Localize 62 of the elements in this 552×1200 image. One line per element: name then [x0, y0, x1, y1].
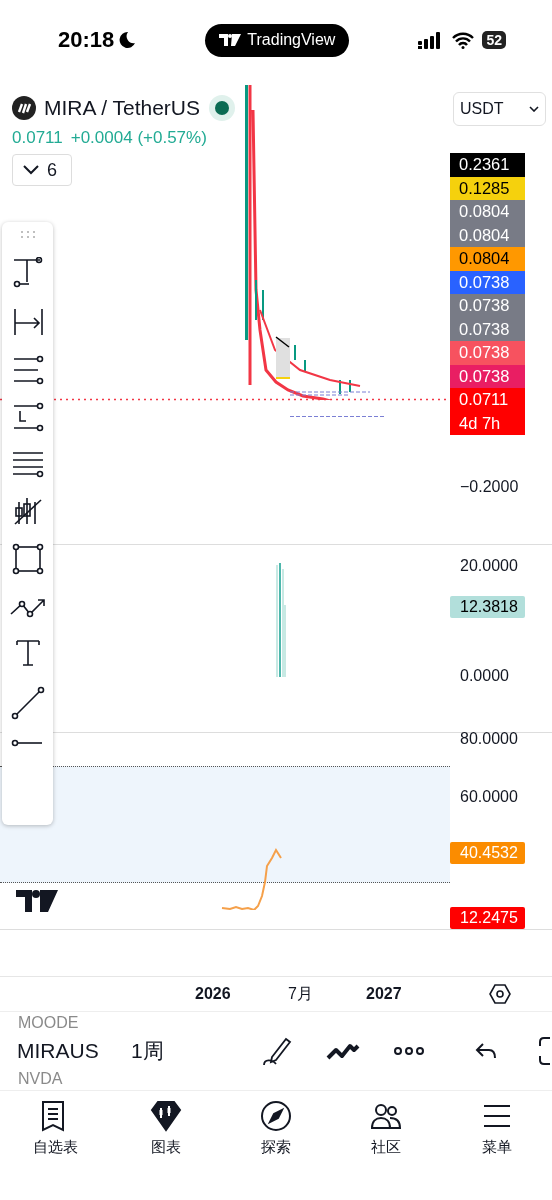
- logo-icon: [219, 34, 242, 46]
- price-change: +0.0004 (+0.57%): [70, 128, 207, 148]
- symbol-picker[interactable]: MIRAUS: [17, 1039, 113, 1063]
- clock: 20:18: [58, 27, 115, 53]
- vertical-measure-icon[interactable]: [11, 257, 44, 289]
- tab[interactable]: 探索: [220, 1099, 332, 1158]
- fullscreen-icon[interactable]: [536, 1036, 552, 1066]
- axis-label: 80.0000: [460, 729, 518, 749]
- tab[interactable]: 菜单: [441, 1099, 552, 1158]
- time-label: 2026: [195, 985, 231, 1003]
- app-name: TradingView: [247, 31, 336, 49]
- ray-icon[interactable]: [10, 737, 45, 749]
- price-label: 0.0738: [450, 364, 525, 388]
- axis-label: 20.0000: [460, 556, 518, 576]
- moon-icon: [118, 31, 137, 49]
- rectangle-icon[interactable]: [11, 543, 44, 575]
- value-label: 12.3818: [450, 596, 525, 618]
- tradingview-logo-icon: [16, 890, 58, 912]
- price-label: 0.2361: [450, 153, 525, 177]
- time-label: 7月: [288, 983, 313, 1004]
- tab[interactable]: 社区: [331, 1099, 442, 1158]
- last-price: 0.0711: [12, 128, 63, 148]
- marker-drawing: [275, 336, 291, 381]
- candles-icon[interactable]: [12, 496, 43, 526]
- wifi-icon: [452, 31, 475, 49]
- currency-select[interactable]: USDT: [453, 92, 546, 126]
- indicators-toggle[interactable]: 6: [12, 154, 72, 186]
- status-dot-icon: [208, 94, 236, 122]
- price-label: 0.0738: [450, 317, 525, 341]
- horizontal-arrow-icon[interactable]: [11, 306, 44, 338]
- undo-icon[interactable]: [475, 1042, 497, 1060]
- price-label: 0.0738: [450, 341, 525, 365]
- lines-icon[interactable]: [10, 449, 45, 479]
- symbol-title[interactable]: MIRA / TetherUS: [44, 96, 200, 120]
- price-label: 0.0804: [450, 247, 525, 271]
- price-label: 0.0804: [450, 200, 525, 224]
- settings-icon[interactable]: [489, 984, 511, 1004]
- chevron-down-icon: [529, 106, 539, 112]
- pen-icon[interactable]: [262, 1035, 292, 1067]
- chevron-down-icon: [23, 165, 39, 175]
- price-label: 0.1285: [450, 176, 525, 200]
- value-label: 12.2475: [450, 907, 525, 929]
- tab[interactable]: 图表: [110, 1099, 221, 1158]
- more-icon[interactable]: [393, 1046, 425, 1056]
- position-line-icon[interactable]: [11, 355, 44, 385]
- tab[interactable]: 自选表: [0, 1099, 111, 1158]
- price-label: 0.0804: [450, 223, 525, 247]
- value-label: 40.4532: [450, 842, 525, 864]
- axis-label: 0.0000: [460, 666, 509, 686]
- time-label: 2027: [366, 985, 402, 1003]
- app-pill[interactable]: TradingView: [205, 23, 350, 57]
- interval-button[interactable]: 1周: [131, 1037, 164, 1065]
- axis-label: −0.2000: [460, 477, 519, 497]
- battery-level: 52: [482, 31, 506, 49]
- trend-line-icon[interactable]: [10, 686, 45, 720]
- price-label: 0.0738: [450, 270, 525, 294]
- coin-logo-icon: [12, 96, 36, 120]
- level-line-icon[interactable]: [11, 402, 44, 432]
- price-label: 0.0711 4d 7h: [450, 388, 525, 435]
- price-label: 0.0738: [450, 294, 525, 318]
- axis-label: 60.0000: [460, 787, 518, 807]
- symbol-option[interactable]: MOODE: [18, 1014, 79, 1032]
